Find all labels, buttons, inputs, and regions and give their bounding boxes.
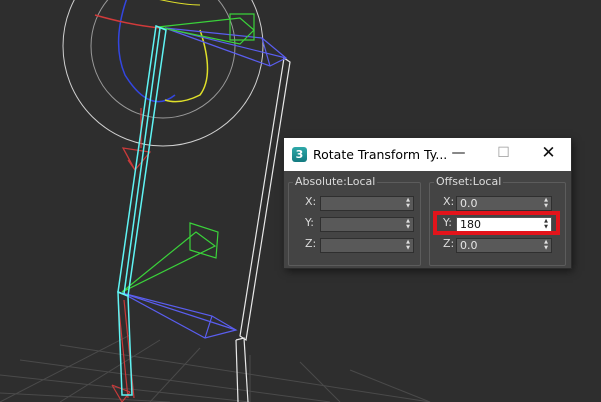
absolute-local-group: Absolute:Local X: ▲ ▼ Y: ▲ ▼ Z: ▲ ▼ xyxy=(288,176,421,266)
rotate-transform-type-in-dialog[interactable]: 3 Rotate Transform Ty... — ☐ ✕ Absolute:… xyxy=(284,138,571,268)
selected-bone[interactable] xyxy=(117,24,167,396)
app-icon: 3 xyxy=(292,147,307,162)
maximize-button[interactable]: ☐ xyxy=(481,138,526,171)
dialog-titlebar[interactable]: 3 Rotate Transform Ty... — ☐ ✕ xyxy=(284,138,571,171)
offset-group-title: Offset:Local xyxy=(434,175,504,188)
absolute-z-spinner[interactable]: ▲ ▼ xyxy=(320,238,414,253)
minimize-button[interactable]: — xyxy=(436,138,481,171)
offset-z-spinner[interactable]: 0.0 ▲ ▼ xyxy=(456,238,552,253)
absolute-y-spinner[interactable]: ▲ ▼ xyxy=(320,217,414,232)
spinner-arrows-icon[interactable]: ▲ ▼ xyxy=(541,239,551,252)
absolute-z-label: Z: xyxy=(305,237,317,250)
rotate-gizmo[interactable] xyxy=(62,0,264,147)
offset-x-spinner[interactable]: 0.0 ▲ ▼ xyxy=(456,196,552,211)
close-button[interactable]: ✕ xyxy=(526,138,571,171)
spinner-arrows-icon[interactable]: ▲ ▼ xyxy=(403,218,413,231)
offset-x-label: X: xyxy=(443,195,455,208)
absolute-x-spinner[interactable]: ▲ ▼ xyxy=(320,196,414,211)
absolute-group-title: Absolute:Local xyxy=(293,175,378,188)
viewport-grid xyxy=(0,334,431,402)
offset-x-value[interactable]: 0.0 xyxy=(460,197,478,210)
white-bone[interactable] xyxy=(235,56,291,402)
spinner-arrows-icon[interactable]: ▲ ▼ xyxy=(403,239,413,252)
offset-z-value[interactable]: 0.0 xyxy=(460,239,478,252)
blue-bones[interactable] xyxy=(121,27,288,339)
highlight-annotation-box xyxy=(433,211,560,235)
absolute-x-label: X: xyxy=(305,195,317,208)
absolute-y-label: Y: xyxy=(305,216,314,229)
spinner-arrows-icon[interactable]: ▲ ▼ xyxy=(541,197,551,210)
spinner-arrows-icon[interactable]: ▲ ▼ xyxy=(403,197,413,210)
offset-z-label: Z: xyxy=(443,237,455,250)
dialog-title: Rotate Transform Ty... xyxy=(313,147,448,162)
